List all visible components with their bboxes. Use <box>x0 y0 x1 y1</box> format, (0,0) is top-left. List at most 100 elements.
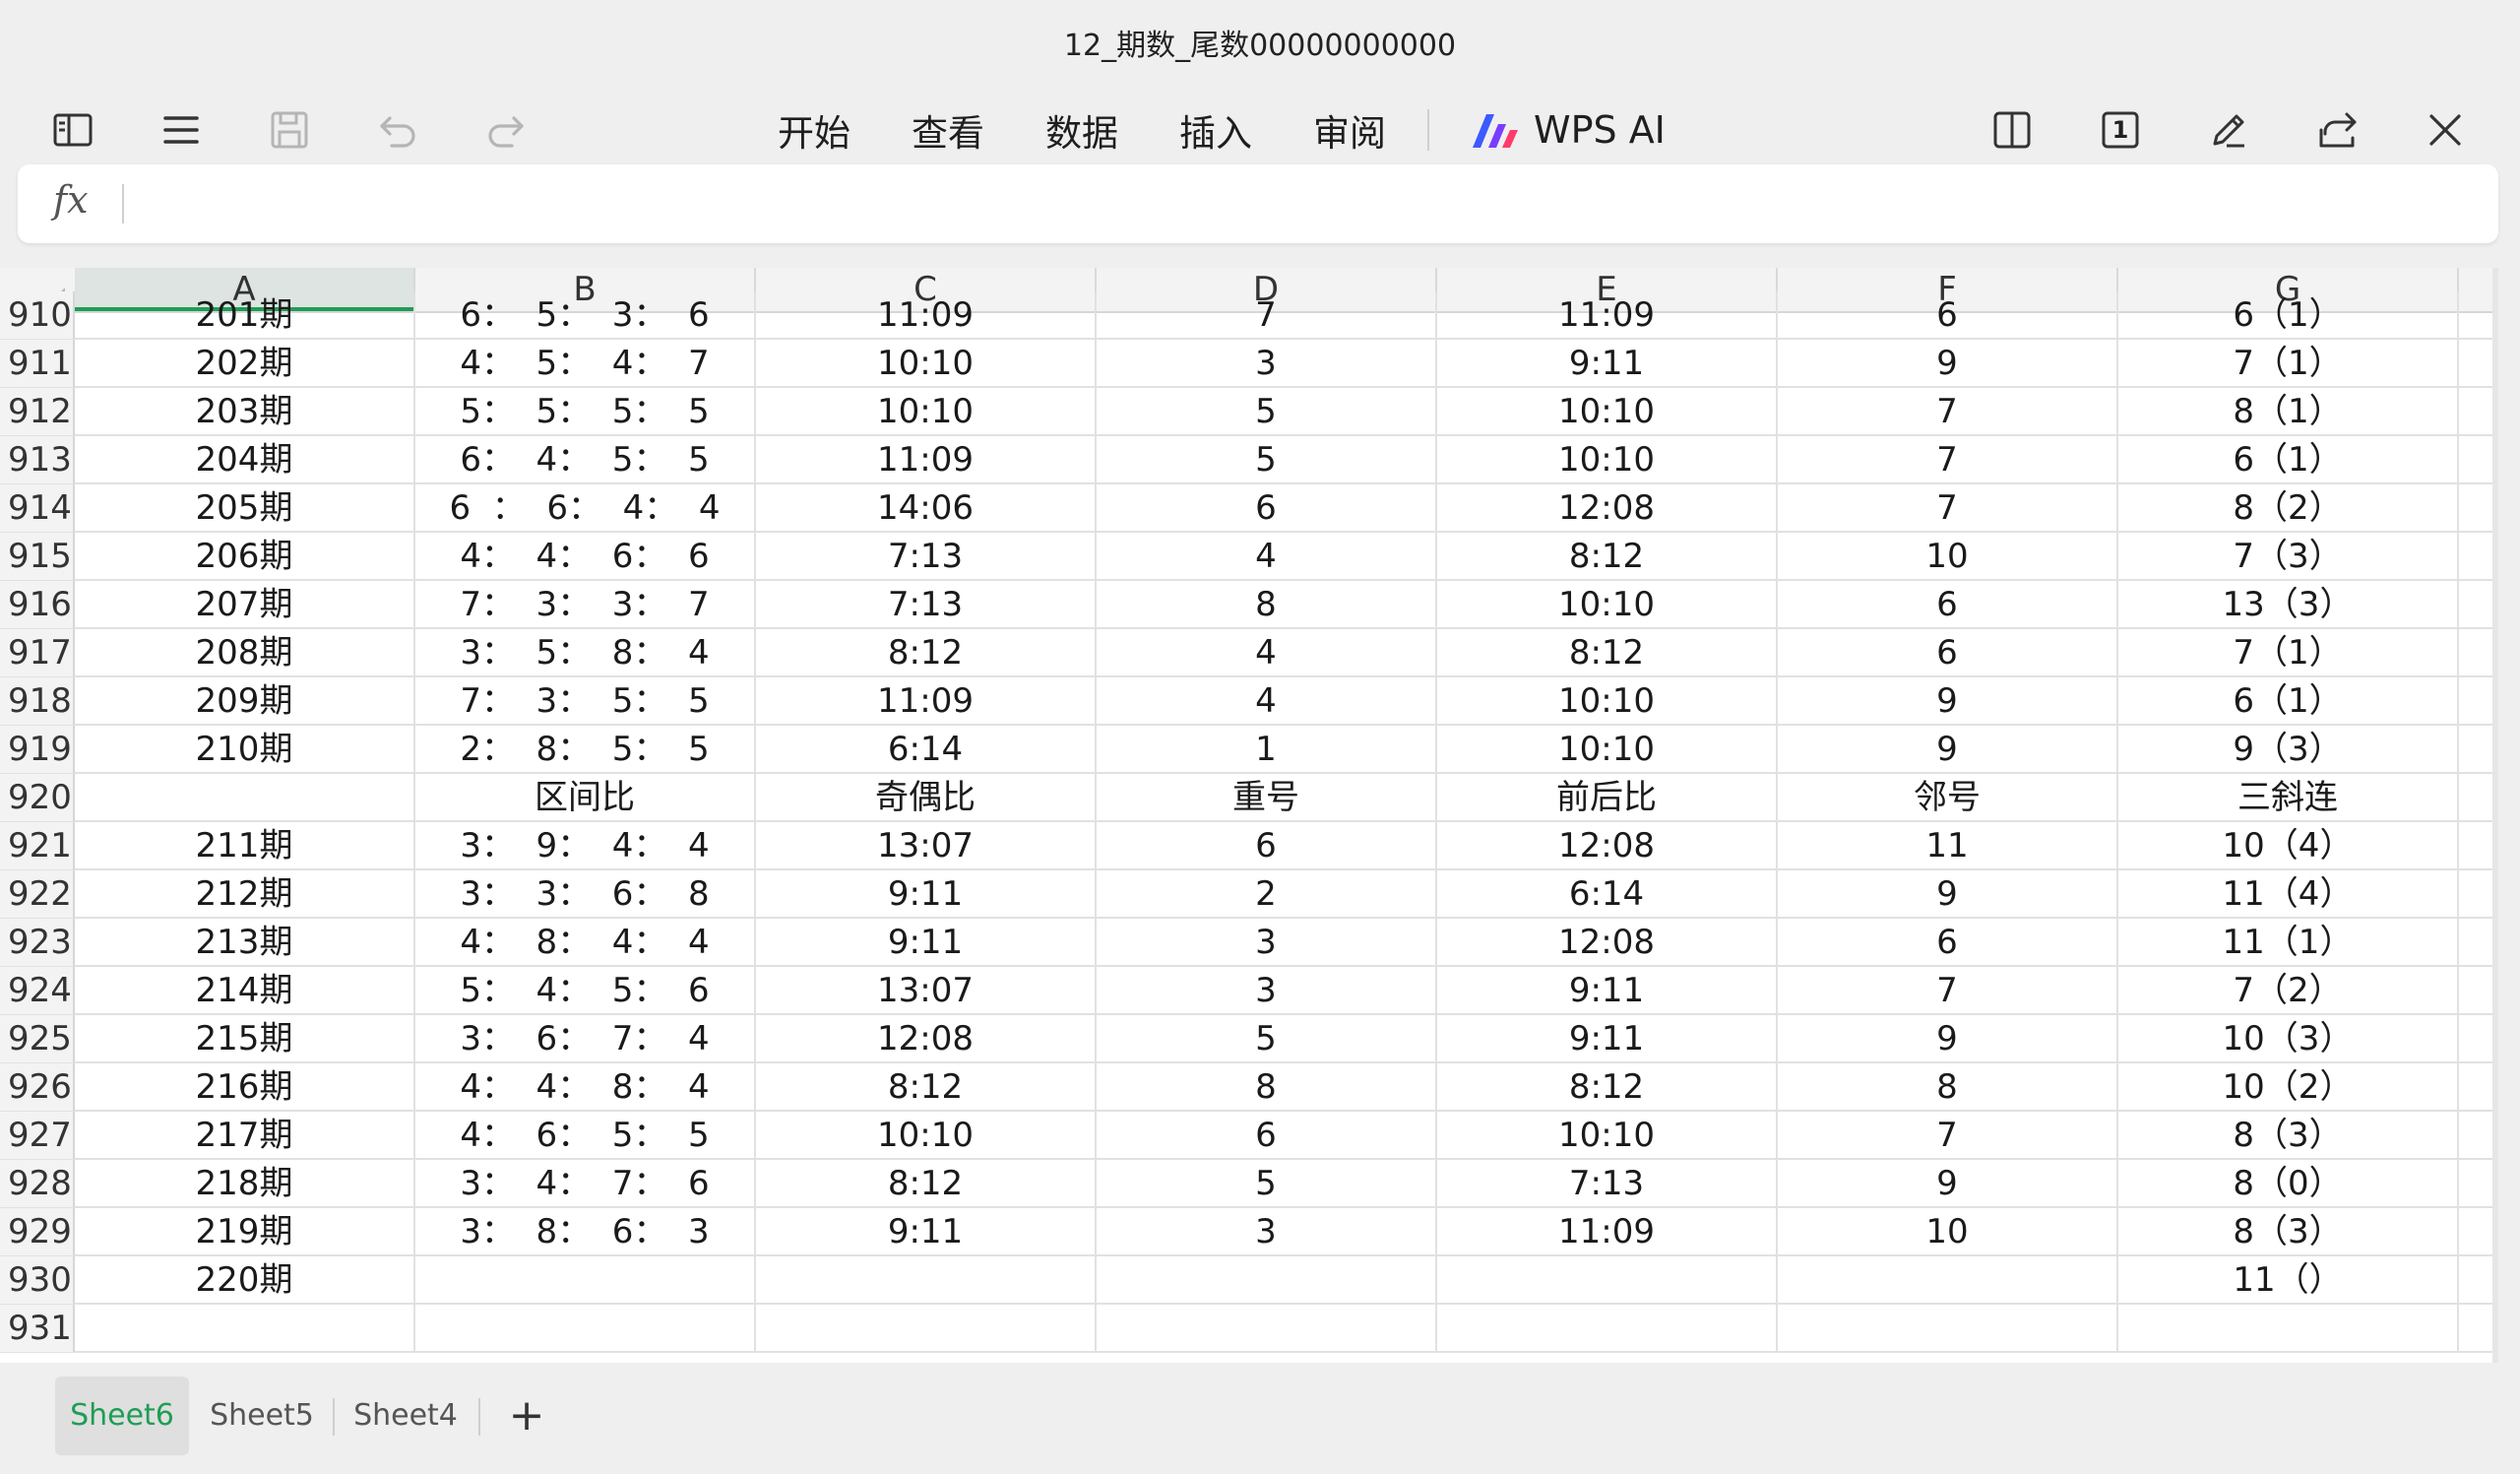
cell-c[interactable]: 10:10 <box>756 340 1097 387</box>
cell-d[interactable]: 4 <box>1097 629 1437 676</box>
cell-b[interactable]: 区间比 <box>415 774 756 821</box>
cell-b[interactable]: 4： 4： 8： 4 <box>415 1063 756 1111</box>
cell-b[interactable]: 4： 4： 6： 6 <box>415 533 756 580</box>
cell-e[interactable]: 10:10 <box>1437 581 1778 628</box>
row-number[interactable]: 914 <box>0 484 75 532</box>
share-icon[interactable] <box>2307 100 2366 160</box>
cell-f[interactable]: 9 <box>1778 677 2118 725</box>
cell-c[interactable]: 6:14 <box>756 726 1097 773</box>
cell-f[interactable]: 9 <box>1778 870 2118 918</box>
cell-a[interactable]: 215期 <box>75 1015 415 1062</box>
cell-d[interactable]: 2 <box>1097 870 1437 918</box>
cell-a[interactable]: 218期 <box>75 1160 415 1207</box>
cell-f[interactable]: 6 <box>1778 919 2118 966</box>
cell-b[interactable]: 5： 5： 5： 5 <box>415 388 756 435</box>
menu-start[interactable]: 开始 <box>778 103 850 157</box>
cell-g[interactable]: 6（1） <box>2118 291 2459 339</box>
cell-a[interactable]: 214期 <box>75 967 415 1014</box>
cell-g[interactable]: 11（1） <box>2118 919 2459 966</box>
cell-g[interactable]: 三斜连 <box>2118 774 2459 821</box>
menu-view[interactable]: 查看 <box>912 103 984 157</box>
cell-f[interactable]: 7 <box>1778 967 2118 1014</box>
cell-a[interactable]: 208期 <box>75 629 415 676</box>
cell-b[interactable]: 3： 5： 8： 4 <box>415 629 756 676</box>
cell-e[interactable]: 10:10 <box>1437 726 1778 773</box>
cell-b[interactable]: 4： 8： 4： 4 <box>415 919 756 966</box>
cell-e[interactable]: 8:12 <box>1437 533 1778 580</box>
cell-a[interactable]: 211期 <box>75 822 415 869</box>
cell-b[interactable] <box>415 1305 756 1352</box>
cell-d[interactable]: 5 <box>1097 1160 1437 1207</box>
cell-f[interactable]: 8 <box>1778 1063 2118 1111</box>
menu-icon[interactable] <box>152 100 211 160</box>
cell-c[interactable]: 13:07 <box>756 967 1097 1014</box>
cell-b[interactable]: 7： 3： 3： 7 <box>415 581 756 628</box>
cell-d[interactable]: 7 <box>1097 291 1437 339</box>
cell-b[interactable] <box>415 1256 756 1304</box>
cell-d[interactable]: 6 <box>1097 822 1437 869</box>
cell-a[interactable]: 220期 <box>75 1256 415 1304</box>
cell-d[interactable]: 3 <box>1097 919 1437 966</box>
cell-e[interactable]: 6:14 <box>1437 870 1778 918</box>
row-number[interactable]: 926 <box>0 1063 75 1111</box>
cell-d[interactable]: 1 <box>1097 726 1437 773</box>
cell-f[interactable]: 10 <box>1778 533 2118 580</box>
cell-e[interactable]: 11:09 <box>1437 291 1778 339</box>
row-number[interactable]: 922 <box>0 870 75 918</box>
cell-e[interactable]: 7:13 <box>1437 1160 1778 1207</box>
cell-g[interactable]: 8（3） <box>2118 1112 2459 1159</box>
cell-g[interactable]: 11（） <box>2118 1256 2459 1304</box>
cell-f[interactable]: 6 <box>1778 581 2118 628</box>
row-number[interactable]: 918 <box>0 677 75 725</box>
wps-ai-button[interactable]: WPS AI <box>1469 108 1666 152</box>
row-number[interactable]: 912 <box>0 388 75 435</box>
menu-insert[interactable]: 插入 <box>1179 103 1252 157</box>
close-icon[interactable] <box>2416 100 2475 160</box>
cell-e[interactable]: 12:08 <box>1437 484 1778 532</box>
cell-g[interactable]: 13（3） <box>2118 581 2459 628</box>
cell-a[interactable]: 205期 <box>75 484 415 532</box>
cell-g[interactable]: 7（3） <box>2118 533 2459 580</box>
row-number[interactable]: 917 <box>0 629 75 676</box>
sidebar-toggle-icon[interactable] <box>43 100 102 160</box>
cell-d[interactable] <box>1097 1256 1437 1304</box>
cell-a[interactable]: 207期 <box>75 581 415 628</box>
cell-e[interactable] <box>1437 1305 1778 1352</box>
row-number[interactable]: 910 <box>0 291 75 339</box>
menu-data[interactable]: 数据 <box>1045 103 1118 157</box>
cell-d[interactable]: 6 <box>1097 1112 1437 1159</box>
cell-g[interactable]: 10（3） <box>2118 1015 2459 1062</box>
cell-f[interactable] <box>1778 1305 2118 1352</box>
cell-g[interactable]: 6（1） <box>2118 436 2459 483</box>
cell-f[interactable]: 7 <box>1778 436 2118 483</box>
cell-b[interactable]: 7： 3： 5： 5 <box>415 677 756 725</box>
cell-g[interactable]: 8（3） <box>2118 1208 2459 1255</box>
row-number[interactable]: 919 <box>0 726 75 773</box>
cell-c[interactable]: 7:13 <box>756 533 1097 580</box>
cell-a[interactable]: 203期 <box>75 388 415 435</box>
cell-b[interactable]: 3： 9： 4： 4 <box>415 822 756 869</box>
vertical-scrollbar[interactable] <box>2492 268 2498 1363</box>
cell-f[interactable]: 7 <box>1778 388 2118 435</box>
cell-c[interactable] <box>756 1256 1097 1304</box>
cell-c[interactable]: 11:09 <box>756 677 1097 725</box>
cell-e[interactable]: 9:11 <box>1437 967 1778 1014</box>
cell-e[interactable] <box>1437 1256 1778 1304</box>
cell-c[interactable]: 9:11 <box>756 870 1097 918</box>
page-count-icon[interactable]: 1 <box>2091 100 2150 160</box>
cell-a[interactable]: 209期 <box>75 677 415 725</box>
cell-g[interactable]: 7（1） <box>2118 629 2459 676</box>
cell-d[interactable]: 4 <box>1097 533 1437 580</box>
cell-g[interactable]: 7（1） <box>2118 340 2459 387</box>
cell-e[interactable]: 10:10 <box>1437 677 1778 725</box>
cell-f[interactable]: 6 <box>1778 291 2118 339</box>
cell-e[interactable]: 9:11 <box>1437 340 1778 387</box>
cell-g[interactable]: 10（2） <box>2118 1063 2459 1111</box>
row-number[interactable]: 924 <box>0 967 75 1014</box>
cell-b[interactable]: 2： 8： 5： 5 <box>415 726 756 773</box>
cell-e[interactable]: 前后比 <box>1437 774 1778 821</box>
cell-a[interactable]: 213期 <box>75 919 415 966</box>
cell-g[interactable]: 6（1） <box>2118 677 2459 725</box>
cell-b[interactable]: 3： 6： 7： 4 <box>415 1015 756 1062</box>
cell-d[interactable]: 5 <box>1097 388 1437 435</box>
